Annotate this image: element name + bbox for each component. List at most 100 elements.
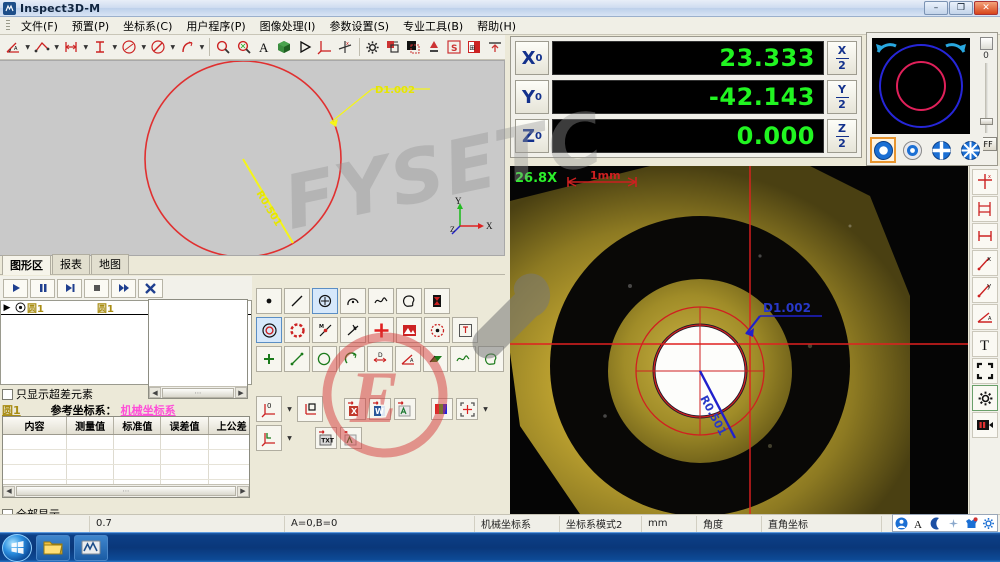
stop-button[interactable] — [84, 278, 109, 298]
line-tool[interactable] — [284, 288, 310, 314]
export-word-button[interactable]: W — [369, 398, 391, 420]
auto-circle-tool[interactable] — [424, 317, 450, 343]
moon-icon[interactable] — [929, 516, 944, 531]
angle-measure-icon[interactable]: A — [3, 36, 24, 58]
preview-panel[interactable]: ◀ ⋯ ▶ — [148, 299, 248, 399]
out-of-tolerance-filter[interactable]: 只显示超差元素 — [2, 386, 93, 402]
no-circle-dropdown-arrow[interactable]: ▼ — [169, 37, 178, 58]
point-tool[interactable] — [256, 288, 282, 314]
light-mode-segment[interactable] — [957, 137, 983, 163]
dro-x-half-button[interactable]: X 2 — [827, 41, 857, 75]
play-shape-icon[interactable] — [294, 36, 315, 58]
dimension-tool[interactable]: D — [367, 346, 393, 372]
table-scroll-thumb[interactable]: ⋯ — [16, 486, 236, 496]
table-row[interactable] — [3, 464, 249, 480]
tab-graphics[interactable]: 图形区 — [2, 255, 51, 275]
taskbar-folder[interactable] — [36, 534, 70, 561]
save-coord-button[interactable] — [297, 396, 323, 422]
arc-tool[interactable] — [340, 288, 366, 314]
angle-tool[interactable]: A — [394, 346, 421, 372]
x-coord-icon[interactable]: x — [972, 250, 998, 276]
brightness-thumb[interactable] — [979, 118, 993, 125]
start-button[interactable] — [2, 533, 32, 562]
distance-dropdown-arrow[interactable]: ▼ — [81, 37, 90, 58]
camera-image[interactable]: D1.002 R0.501 1mm 26.8X — [510, 166, 968, 514]
light-mode-ring[interactable] — [899, 137, 925, 163]
width-measure-icon[interactable] — [972, 196, 998, 222]
dro-z-half-button[interactable]: Z 2 — [827, 119, 857, 153]
text-tool-icon[interactable]: T — [972, 331, 998, 357]
menu-preset[interactable]: 预置(P) — [65, 16, 116, 36]
table-scrollbar[interactable]: ◀ ⋯ ▶ — [3, 484, 249, 497]
dro-y-zero-button[interactable]: Y0 — [515, 80, 549, 114]
sparkle-icon[interactable] — [946, 516, 961, 531]
origin-coord-button[interactable]: 0 — [256, 396, 282, 422]
table-scroll-right[interactable]: ▶ — [237, 485, 249, 497]
crosshair-measure-icon[interactable]: x — [972, 169, 998, 195]
dro-y-half-button[interactable]: Y 2 — [827, 80, 857, 114]
scroll-left-arrow[interactable]: ◀ — [149, 387, 161, 398]
menu-pro-tools[interactable]: 专业工具(B) — [396, 16, 470, 36]
measurement-table[interactable]: 内容 测量值 标准值 误差值 上公差 下公差 ◀ ⋯ ▶ — [2, 416, 250, 498]
out-of-tolerance-checkbox[interactable] — [2, 388, 13, 400]
contour-tool[interactable] — [478, 346, 505, 372]
zoom-fit-icon[interactable] — [233, 36, 254, 58]
table-scroll-left[interactable]: ◀ — [3, 485, 15, 497]
grid-cross-icon[interactable]: x — [335, 36, 356, 58]
copy-element-icon[interactable] — [382, 36, 404, 58]
curve-tool[interactable] — [368, 288, 394, 314]
record-icon[interactable] — [972, 412, 998, 438]
origin-coord-dropdown[interactable]: ▼ — [285, 399, 294, 420]
col-measured[interactable]: 测量值 — [66, 417, 115, 435]
freeform-tool[interactable] — [396, 288, 422, 314]
menu-user-program[interactable]: 用户程序(P) — [179, 16, 252, 36]
line-dropdown-arrow[interactable]: ▼ — [52, 37, 61, 58]
circle-tool[interactable] — [312, 288, 338, 314]
scroll-thumb[interactable]: ⋯ — [162, 387, 234, 398]
image-region-tool[interactable] — [396, 317, 422, 343]
tab-map[interactable]: 地图 — [91, 254, 129, 274]
light-mode-coaxial[interactable] — [870, 137, 896, 163]
table-row[interactable] — [3, 449, 249, 465]
ring-edge-tool[interactable] — [284, 317, 310, 343]
distance-measure-icon[interactable] — [61, 36, 82, 58]
arc-measure-icon[interactable] — [177, 36, 198, 58]
text-icon[interactable]: A — [253, 36, 275, 58]
paint-icon[interactable] — [423, 36, 444, 58]
gear-settings-icon[interactable] — [972, 385, 998, 411]
s-button-icon[interactable]: S — [443, 36, 465, 58]
dro-x-zero-button[interactable]: X0 — [515, 41, 549, 75]
axes-icon[interactable] — [314, 36, 336, 58]
dro-x-value[interactable]: 23.333 — [552, 41, 824, 75]
concentric-circle-tool[interactable] — [256, 317, 282, 343]
step-button[interactable] — [57, 278, 82, 298]
slider-lock-box[interactable] — [979, 37, 993, 50]
export-access-button[interactable] — [394, 398, 416, 420]
menu-coordinate[interactable]: 坐标系(C) — [116, 16, 179, 36]
region-select-button[interactable] — [456, 398, 478, 420]
height-measure-icon[interactable] — [90, 36, 111, 58]
menu-help[interactable]: 帮助(H) — [470, 16, 523, 36]
zoom-icon[interactable] — [213, 36, 234, 58]
dro-z-zero-button[interactable]: Z0 — [515, 119, 549, 153]
col-standard[interactable]: 标准值 — [113, 417, 162, 435]
taskbar-inspect3d[interactable] — [74, 534, 108, 561]
export-txt-button[interactable]: TXT — [315, 427, 337, 449]
dro-z-value[interactable]: 0.000 — [552, 119, 824, 153]
gear-icon[interactable] — [362, 36, 383, 58]
hourglass-tool[interactable] — [424, 288, 450, 314]
construct-line-tool[interactable] — [283, 346, 310, 372]
preview-scrollbar[interactable]: ◀ ⋯ ▶ — [149, 386, 247, 398]
level-coord-button[interactable] — [256, 425, 282, 451]
no-circle-icon[interactable] — [148, 36, 169, 58]
close-button[interactable]: ✕ — [974, 1, 998, 15]
col-upper-tol[interactable]: 上公差 — [208, 417, 249, 435]
cube-3d-icon[interactable] — [274, 36, 295, 58]
tools-button[interactable] — [138, 278, 163, 298]
tab-report[interactable]: 报表 — [52, 254, 90, 274]
light-ring-preview[interactable] — [872, 38, 970, 134]
menu-grip[interactable] — [6, 19, 10, 32]
brightness-track[interactable] — [979, 63, 993, 133]
menu-file[interactable]: 文件(F) — [14, 16, 65, 36]
user-icon[interactable] — [894, 516, 909, 531]
